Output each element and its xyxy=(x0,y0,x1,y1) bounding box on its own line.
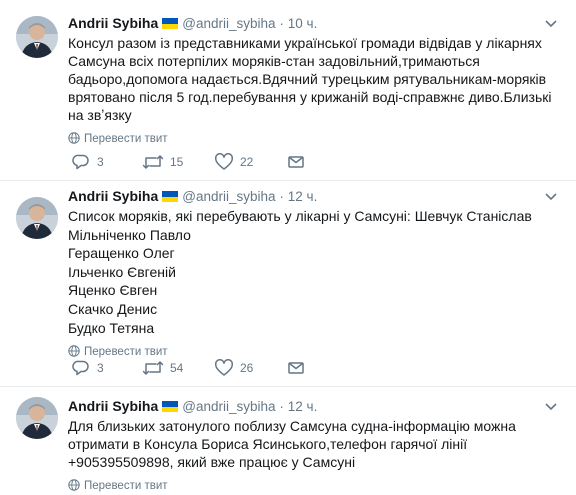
like-count: 26 xyxy=(240,361,254,375)
tweet[interactable]: Andrii Sybiha @andrii_sybiha · 12 ч. Спис… xyxy=(0,181,576,387)
tweet-text-line: Геращенко Олег xyxy=(68,245,175,262)
translate-label: Перевести твит xyxy=(84,480,168,492)
tweet-text-line: Мільніченко Павло xyxy=(68,226,191,243)
direct-message-button[interactable] xyxy=(287,152,307,172)
separator-dot: · xyxy=(279,399,284,414)
retweet-icon xyxy=(142,155,164,169)
tweet-header: Andrii Sybiha @andrii_sybiha · 10 ч. xyxy=(68,13,560,34)
reply-count: 3 xyxy=(97,155,104,169)
avatar[interactable] xyxy=(16,197,58,239)
author-name[interactable]: Andrii Sybiha xyxy=(68,15,158,31)
chevron-down-icon[interactable] xyxy=(542,396,560,417)
retweet-count: 54 xyxy=(170,361,184,375)
reply-button[interactable]: 3 xyxy=(72,152,122,172)
separator-dot: · xyxy=(279,16,284,31)
ukraine-flag-icon xyxy=(162,401,179,412)
author-handle[interactable]: @andrii_sybiha xyxy=(182,399,275,414)
direct-message-button[interactable] xyxy=(287,358,307,378)
avatar[interactable] xyxy=(16,16,58,58)
tweet-text-line: Яценко Євген xyxy=(68,282,158,299)
heart-icon xyxy=(215,359,233,376)
retweet-button[interactable]: 54 xyxy=(142,358,202,378)
retweet-button[interactable]: 15 xyxy=(142,152,202,172)
like-button[interactable]: 22 xyxy=(214,152,274,172)
tweet-text-line: Скачко Денис xyxy=(68,300,158,317)
chevron-down-icon[interactable] xyxy=(542,13,560,34)
globe-icon xyxy=(68,132,80,144)
tweet-timeline: Andrii Sybiha @andrii_sybiha · 10 ч. Конс… xyxy=(0,0,576,495)
retweet-count: 15 xyxy=(170,155,184,169)
like-button[interactable]: 26 xyxy=(214,358,274,378)
tweet-timestamp[interactable]: 12 ч. xyxy=(288,399,318,414)
tweet[interactable]: Andrii Sybiha @andrii_sybiha · 12 ч. Для … xyxy=(0,387,576,495)
like-count: 22 xyxy=(240,155,254,169)
tweet-timestamp[interactable]: 12 ч. xyxy=(288,189,318,204)
reply-count: 3 xyxy=(97,361,104,375)
reply-button[interactable]: 3 xyxy=(72,358,122,378)
tweet-text-line: Список моряків, які перебувають у лікарн… xyxy=(68,208,532,224)
avatar[interactable] xyxy=(16,397,58,439)
ukraine-flag-icon xyxy=(162,191,179,202)
translate-label: Перевести твит xyxy=(84,346,168,359)
globe-icon xyxy=(68,479,80,491)
globe-icon xyxy=(68,345,80,357)
heart-icon xyxy=(215,153,233,170)
retweet-icon xyxy=(142,361,164,375)
author-handle[interactable]: @andrii_sybiha xyxy=(182,16,275,31)
reply-icon xyxy=(72,154,89,170)
separator-dot: · xyxy=(279,189,284,204)
author-handle[interactable]: @andrii_sybiha xyxy=(182,189,275,204)
tweet-header: Andrii Sybiha @andrii_sybiha · 12 ч. xyxy=(68,186,560,207)
tweet-timestamp[interactable]: 10 ч. xyxy=(288,16,318,31)
tweet-text-line: Будко Тетяна xyxy=(68,319,155,336)
translate-tweet-link[interactable]: Перевести твит xyxy=(68,131,560,147)
tweet-text: Консул разом із представниками українськ… xyxy=(68,35,552,123)
tweet-text: Для близьких затонулого поблизу Самсуна … xyxy=(68,418,516,470)
tweet[interactable]: Andrii Sybiha @andrii_sybiha · 10 ч. Конс… xyxy=(0,0,576,181)
tweet-header: Andrii Sybiha @andrii_sybiha · 12 ч. xyxy=(68,396,560,417)
envelope-icon xyxy=(288,156,304,168)
envelope-icon xyxy=(288,362,304,374)
ukraine-flag-icon xyxy=(162,18,179,29)
translate-tweet-link[interactable]: Перевести твит xyxy=(68,478,560,494)
author-name[interactable]: Andrii Sybiha xyxy=(68,398,158,414)
reply-icon xyxy=(72,360,89,376)
tweet-text-line: Ільченко Євгеній xyxy=(68,263,176,280)
tweet-text: Список моряків, які перебувають у лікарн… xyxy=(68,207,560,337)
translate-label: Перевести твит xyxy=(84,133,168,145)
chevron-down-icon[interactable] xyxy=(542,186,560,207)
author-name[interactable]: Andrii Sybiha xyxy=(68,188,158,204)
